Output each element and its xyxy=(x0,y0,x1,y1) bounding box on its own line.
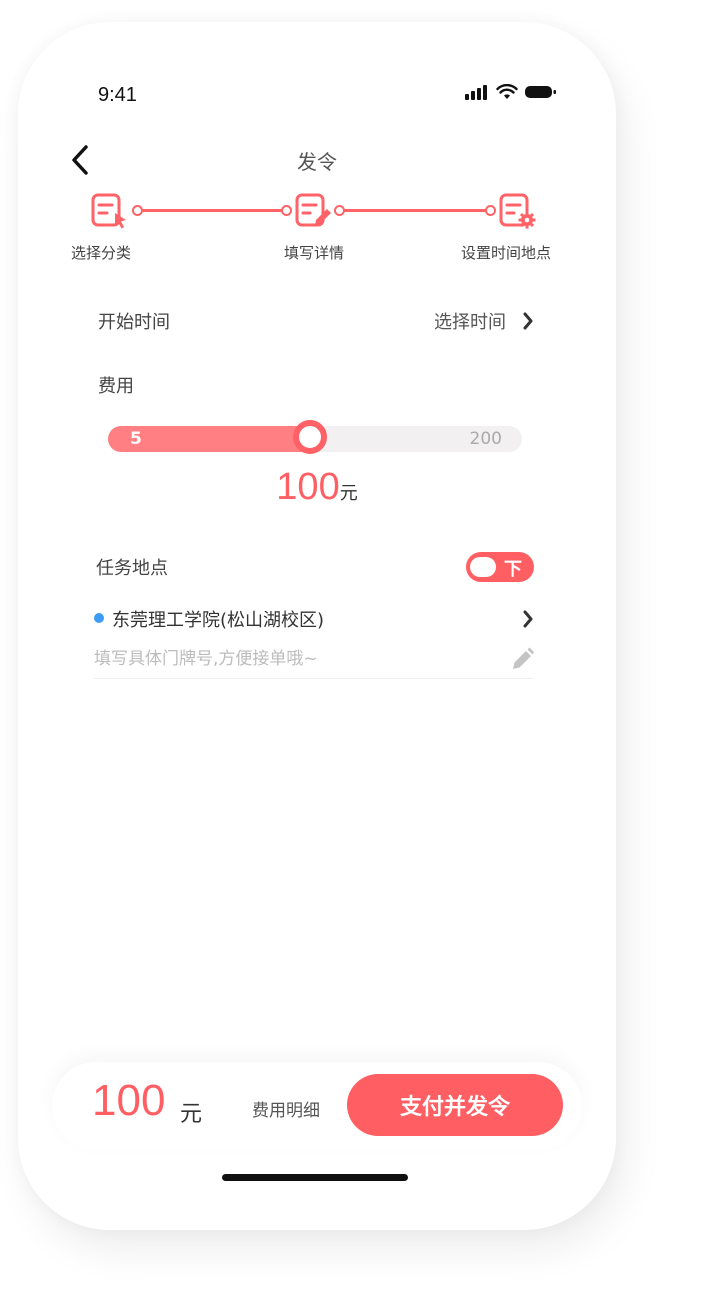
toggle-knob xyxy=(470,557,496,577)
signal-icon xyxy=(465,85,487,100)
step-dot xyxy=(132,205,143,216)
status-time: 9:41 xyxy=(98,84,137,106)
start-time-row[interactable]: 开始时间 选择时间 xyxy=(98,304,534,344)
address-detail-row xyxy=(94,644,534,679)
location-dot-icon xyxy=(94,613,104,623)
select-category-icon[interactable] xyxy=(90,192,130,232)
wifi-icon xyxy=(496,84,518,99)
fee-amount-value: 100 xyxy=(276,466,340,508)
fee-details-link[interactable]: 费用明细 xyxy=(252,1096,320,1121)
slider-max-value: 200 xyxy=(469,429,502,449)
step-dot xyxy=(334,205,345,216)
start-time-label: 开始时间 xyxy=(98,312,170,333)
chevron-right-icon xyxy=(523,312,533,330)
slider-thumb[interactable] xyxy=(293,420,327,454)
page-title: 发令 xyxy=(297,150,337,174)
fee-amount-unit: 元 xyxy=(339,483,358,504)
phone-frame: 9:41 发令 选择分类 填写详情 设置时间地点 开始时间 选择时间 费用 5 … xyxy=(18,22,616,1230)
pay-and-publish-button[interactable]: 支付并发令 xyxy=(347,1074,563,1136)
step-connector xyxy=(138,209,286,212)
step-dot xyxy=(281,205,292,216)
bottom-bar: 100 元 费用明细 支付并发令 xyxy=(52,1062,582,1150)
total-amount: 100 xyxy=(92,1076,166,1125)
progress-stepper: 选择分类 填写详情 设置时间地点 xyxy=(18,190,616,290)
status-icons xyxy=(464,84,558,100)
pencil-icon[interactable] xyxy=(510,646,534,672)
step-label-category: 选择分类 xyxy=(70,244,132,262)
fee-amount: 100元 xyxy=(18,466,616,509)
total-unit: 元 xyxy=(180,1102,203,1127)
nav-bar: 发令 xyxy=(18,140,616,180)
step-dot xyxy=(485,205,496,216)
fee-slider[interactable]: 5 200 xyxy=(108,420,522,454)
slider-min-value: 5 xyxy=(130,429,142,449)
address-text: 东莞理工学院(松山湖校区) xyxy=(112,610,325,631)
status-bar: 9:41 xyxy=(18,22,616,132)
step-connector xyxy=(340,209,490,212)
step-label-details: 填写详情 xyxy=(283,244,345,262)
toggle-text: 下 xyxy=(504,559,522,580)
step-label-time-place: 设置时间地点 xyxy=(460,244,552,262)
settings-time-place-icon[interactable] xyxy=(498,192,538,232)
task-location-label: 任务地点 xyxy=(96,558,168,579)
location-toggle[interactable]: 下 xyxy=(466,552,534,582)
address-row[interactable]: 东莞理工学院(松山湖校区) xyxy=(94,602,534,634)
battery-icon xyxy=(525,86,556,98)
address-detail-input[interactable] xyxy=(94,644,494,674)
edit-details-icon[interactable] xyxy=(294,192,334,232)
chevron-right-icon xyxy=(523,610,533,628)
home-indicator xyxy=(222,1174,408,1181)
fee-label: 费用 xyxy=(98,376,134,397)
start-time-value[interactable]: 选择时间 xyxy=(434,308,506,334)
